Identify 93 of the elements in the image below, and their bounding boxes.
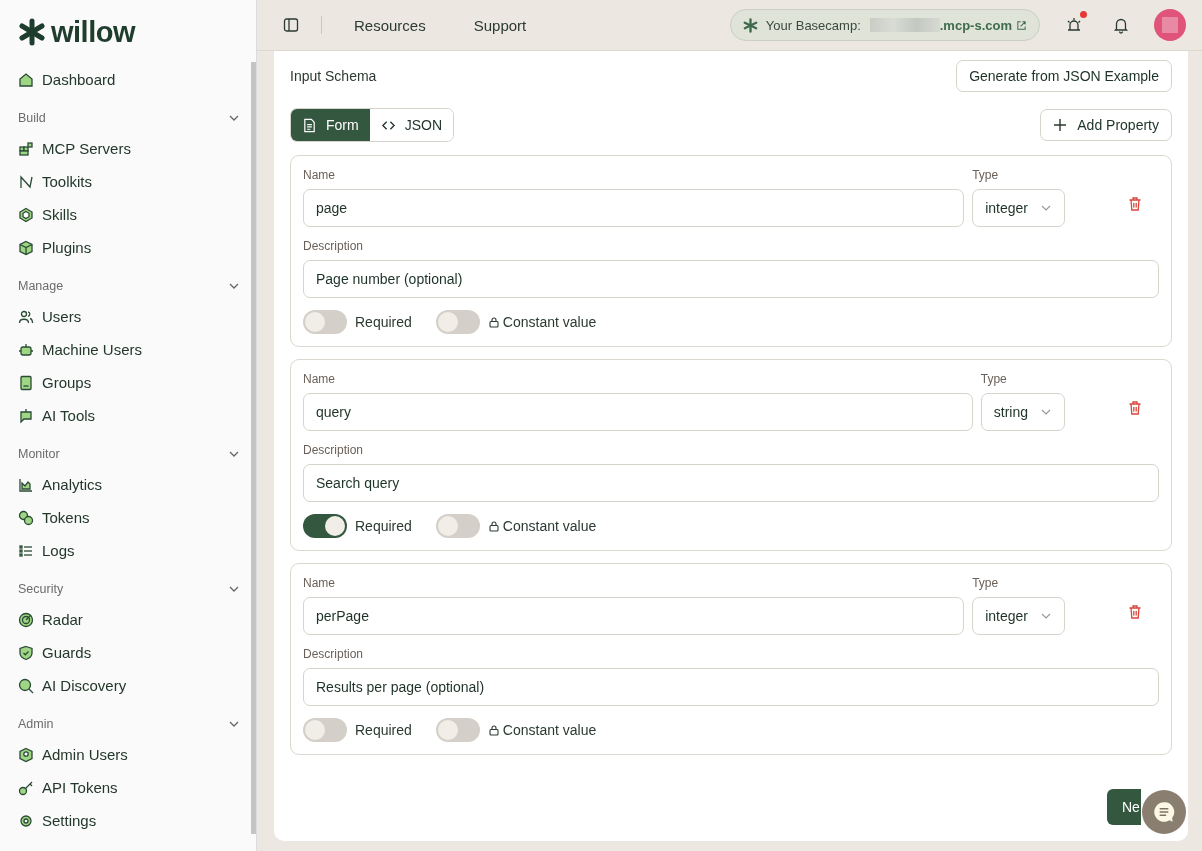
plus-icon: [1053, 118, 1068, 132]
nav-link[interactable]: Support: [473, 16, 527, 34]
toggle-label: Constant value: [502, 314, 597, 330]
sidebar-item[interactable]: API Tokens: [18, 771, 238, 804]
toggle-label: Required: [355, 722, 412, 738]
cube-icon: [18, 239, 34, 256]
sidebar-item[interactable]: AI Tools: [18, 399, 238, 432]
sidebar-item[interactable]: MCP Servers: [18, 132, 238, 165]
section-title: Build: [18, 111, 46, 125]
delete-icon[interactable]: [1127, 196, 1143, 212]
view-tab[interactable]: Form: [291, 109, 370, 141]
avatar[interactable]: [1154, 9, 1186, 41]
toggle-label: Constant value: [502, 518, 597, 534]
field-label: Description: [303, 239, 364, 253]
type-dropdown[interactable]: integer: [972, 597, 1065, 635]
name-field[interactable]: page: [303, 189, 965, 227]
field-label: Name: [303, 168, 335, 182]
section-title: Admin: [18, 717, 54, 731]
bot-chat-icon: [18, 407, 34, 424]
basecamp-link[interactable]: Your Basecamp: .mcp-s.com: [729, 9, 1040, 41]
field-label: Description: [303, 443, 364, 457]
hexagon-icon: [18, 206, 34, 223]
external-link-icon: [1016, 19, 1027, 31]
users-icon: [18, 308, 34, 325]
sidebar-item[interactable]: AI Discovery: [18, 669, 238, 702]
sidebar-item[interactable]: Skills: [18, 198, 238, 231]
field-label: Name: [303, 372, 335, 386]
asterisk-icon: [742, 17, 758, 33]
sidebar-item[interactable]: Dashboard: [18, 63, 238, 96]
toggle-label: Required: [355, 518, 412, 534]
coins-icon: [18, 509, 34, 526]
willow-logo[interactable]: willow: [18, 16, 135, 48]
next-button[interactable]: Ne: [1107, 789, 1141, 825]
delete-icon[interactable]: [1127, 400, 1143, 416]
type-dropdown[interactable]: string: [980, 393, 1065, 431]
field-label: Type: [972, 576, 999, 590]
sidebar-item[interactable]: Admin Users: [18, 738, 238, 771]
section-title: Input Schema: [290, 68, 377, 84]
sidebar-toggle-icon[interactable]: [281, 15, 301, 35]
lock-icon: [487, 316, 500, 328]
add-property-button[interactable]: Add Property: [1040, 109, 1172, 141]
book-icon: [18, 374, 34, 391]
field-label: Description: [303, 647, 364, 661]
sidebar-item[interactable]: Plugins: [18, 231, 238, 264]
redacted-text: [869, 18, 940, 32]
scrollbar[interactable]: [251, 62, 256, 834]
section-title: Security: [18, 582, 64, 596]
sidebar-item[interactable]: Radar: [18, 603, 238, 636]
type-dropdown[interactable]: integer: [972, 189, 1065, 227]
description-field[interactable]: Results per page (optional): [303, 668, 1159, 706]
description-field[interactable]: Page number (optional): [303, 260, 1159, 298]
description-field[interactable]: Search query: [303, 464, 1159, 502]
toggle-switch[interactable]: [303, 718, 347, 742]
field-label: Name: [303, 576, 335, 590]
name-field[interactable]: query: [303, 393, 973, 431]
generate-button[interactable]: Generate from JSON Example: [956, 60, 1172, 92]
sidebar-item[interactable]: Analytics: [18, 468, 238, 501]
field-label: Type: [972, 168, 999, 182]
sidebar-item[interactable]: Logs: [18, 534, 238, 567]
logo-text: willow: [51, 15, 135, 49]
nav-link[interactable]: Resources: [354, 16, 426, 34]
search-icon: [18, 677, 34, 694]
sidebar-item[interactable]: Users: [18, 300, 238, 333]
delete-icon[interactable]: [1127, 604, 1143, 620]
sidebar-item[interactable]: Guards: [18, 636, 238, 669]
section-title: Manage: [18, 279, 64, 293]
toggle-switch[interactable]: [435, 310, 480, 334]
section-title: Monitor: [18, 447, 60, 461]
sidebar-item[interactable]: Groups: [18, 366, 238, 399]
home-icon: [18, 71, 34, 88]
field-label: Type: [980, 372, 1007, 386]
toggle-switch[interactable]: [435, 718, 480, 742]
logo-icon: [18, 18, 46, 46]
robot-icon: [18, 341, 34, 358]
lock-icon: [487, 724, 500, 736]
name-field[interactable]: perPage: [303, 597, 965, 635]
document-icon: [302, 117, 317, 133]
blocks-icon: [18, 140, 34, 157]
radar-icon: [18, 611, 34, 628]
sidebar-item[interactable]: Tokens: [18, 501, 238, 534]
key-icon: [18, 779, 34, 796]
shield-icon: [18, 644, 34, 661]
toggle-label: Constant value: [502, 722, 597, 738]
toggle-switch[interactable]: [303, 514, 347, 538]
toggle-switch[interactable]: [435, 514, 480, 538]
lock-icon: [487, 520, 500, 532]
toggle-switch[interactable]: [303, 310, 347, 334]
list-icon: [18, 542, 34, 559]
sidebar-item[interactable]: Toolkits: [18, 165, 238, 198]
toggle-label: Required: [355, 314, 412, 330]
sidebar-item[interactable]: Machine Users: [18, 333, 238, 366]
chart-icon: [18, 476, 34, 493]
sidebar-item[interactable]: Settings: [18, 804, 238, 837]
